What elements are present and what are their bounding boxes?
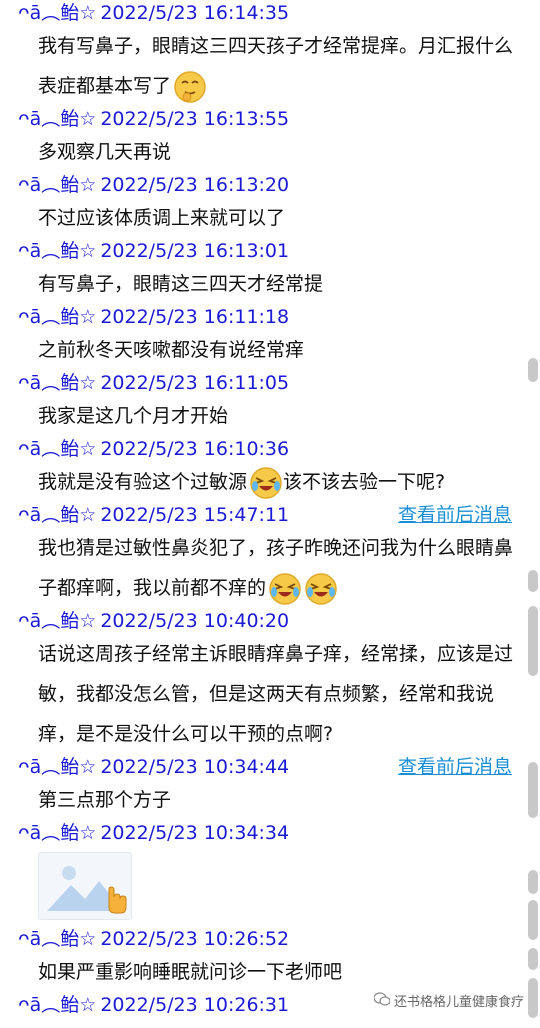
sender-name[interactable]: ᴖā︵鲐☆	[18, 240, 96, 262]
message-item: ᴖā︵鲐☆ 2022/5/23 16:13:01 有写鼻子，眼睛这三四天才经常提	[0, 238, 540, 304]
message-timestamp: 2022/5/23 10:40:20	[100, 610, 290, 632]
message-timestamp: 2022/5/23 15:47:11	[100, 504, 290, 526]
scrollbar-segment[interactable]	[528, 606, 538, 676]
message-body: 我就是没有验这个过敏源	[38, 471, 248, 493]
scrollbar-segment[interactable]	[528, 570, 538, 592]
message-item: ᴖā︵鲐☆ 2022/5/23 10:40:20 话说这周孩子经常主诉眼睛痒鼻子痒，…	[0, 608, 540, 754]
message-meta: ᴖā︵鲐☆ 2022/5/23 16:13:20	[18, 172, 526, 198]
scrollbar-segment[interactable]	[528, 762, 538, 818]
message-meta: ᴖā︵鲐☆ 2022/5/23 10:34:34	[18, 820, 526, 846]
message-item: ᴖā︵鲐☆ 2022/5/23 16:14:35 我有写鼻子，眼睛这三四天孩子才经常…	[0, 0, 540, 106]
message-body: 多观察几天再说	[38, 141, 172, 163]
message-timestamp: 2022/5/23 16:13:20	[100, 174, 290, 196]
message-text: 不过应该体质调上来就可以了	[18, 198, 526, 238]
sender-name[interactable]: ᴖā︵鲐☆	[18, 174, 96, 196]
message-item: ᴖā︵鲐☆ 2022/5/23 16:11:05 我家是这几个月才开始	[0, 370, 540, 436]
sender-name[interactable]: ᴖā︵鲐☆	[18, 610, 96, 632]
sender-name[interactable]: ᴖā︵鲐☆	[18, 108, 96, 130]
message-meta: ᴖā︵鲐☆ 2022/5/23 16:14:35	[18, 0, 526, 26]
view-context-link[interactable]: 查看前后消息	[398, 502, 512, 528]
message-timestamp: 2022/5/23 16:13:01	[100, 240, 290, 262]
message-body: 之前秋冬天咳嗽都没有说经常痒	[38, 339, 305, 361]
message-meta: ᴖā︵鲐☆ 2022/5/23 16:10:36	[18, 436, 526, 462]
scrollbar-segment[interactable]	[528, 358, 538, 382]
message-body-tail: 该不该去验一下呢?	[283, 471, 446, 493]
message-item: ᴖā︵鲐☆ 2022/5/23 10:34:34	[0, 820, 540, 920]
laughing-crying-face-icon	[249, 466, 283, 500]
message-timestamp: 2022/5/23 16:10:36	[100, 438, 290, 460]
message-item: ᴖā︵鲐☆ 2022/5/23 16:11:18 之前秋冬天咳嗽都没有说经常痒	[0, 304, 540, 370]
message-list: ᴖā︵鲐☆ 2022/5/23 16:14:35 我有写鼻子，眼睛这三四天孩子才经常…	[0, 0, 540, 1018]
message-timestamp: 2022/5/23 10:34:34	[100, 822, 290, 844]
message-item: ᴖā︵鲐☆ 2022/5/23 10:26:52 如果严重影响睡眠就问诊一下老师吧	[0, 926, 540, 992]
message-item: ᴖā︵鲐☆ 2022/5/23 16:13:20 不过应该体质调上来就可以了	[0, 172, 540, 238]
sender-name[interactable]: ᴖā︵鲐☆	[18, 822, 96, 844]
message-text: 我有写鼻子，眼睛这三四天孩子才经常提痒。月汇报什么表症都基本写了	[18, 26, 526, 106]
message-timestamp: 2022/5/23 10:34:44	[100, 756, 290, 778]
watermark-text: 还书格格儿童健康食疗	[393, 995, 524, 1010]
message-text: 之前秋冬天咳嗽都没有说经常痒	[18, 330, 526, 370]
image-placeholder-icon[interactable]	[38, 852, 132, 920]
message-timestamp: 2022/5/23 10:26:52	[100, 928, 290, 950]
wechat-icon	[373, 991, 391, 1010]
message-text: 我也猜是过敏性鼻炎犯了，孩子昨晚还问我为什么眼睛鼻子都痒啊，我以前都不痒的	[18, 528, 526, 608]
message-timestamp: 2022/5/23 16:11:18	[100, 306, 290, 328]
scrollbar-segment[interactable]	[528, 870, 538, 894]
message-body: 第三点那个方子	[38, 789, 172, 811]
message-meta: ᴖā︵鲐☆ 2022/5/23 16:13:55	[18, 106, 526, 132]
sender-name[interactable]: ᴖā︵鲐☆	[18, 438, 96, 460]
message-meta: ᴖā︵鲐☆ 2022/5/23 10:40:20	[18, 608, 526, 634]
message-text: 如果严重影响睡眠就问诊一下老师吧	[18, 952, 526, 992]
message-meta: ᴖā︵鲐☆ 2022/5/23 16:11:05	[18, 370, 526, 396]
message-body: 如果严重影响睡眠就问诊一下老师吧	[38, 961, 343, 983]
message-body: 不过应该体质调上来就可以了	[38, 207, 286, 229]
message-text: 多观察几天再说	[18, 132, 526, 172]
message-text: 有写鼻子，眼睛这三四天才经常提	[18, 264, 526, 304]
sender-name[interactable]: ᴖā︵鲐☆	[18, 994, 96, 1016]
message-item: ᴖā︵鲐☆ 2022/5/23 16:10:36 我就是没有验这个过敏源 该不该去验一…	[0, 436, 540, 502]
sender-name[interactable]: ᴖā︵鲐☆	[18, 372, 96, 394]
laughing-crying-face-icon	[304, 572, 338, 606]
chat-history-view: ᴖā︵鲐☆ 2022/5/23 16:14:35 我有写鼻子，眼睛这三四天孩子才经常…	[0, 0, 540, 1028]
message-text: 话说这周孩子经常主诉眼睛痒鼻子痒，经常揉，应该是过敏，我都没怎么管，但是这两天有…	[18, 634, 526, 754]
message-body: 我有写鼻子，眼睛这三四天孩子才经常提痒。月汇报什么表症都基本写了	[38, 35, 514, 97]
message-meta: ᴖā︵鲐☆ 2022/5/23 10:34:44 查看前后消息	[18, 754, 526, 780]
message-timestamp: 2022/5/23 10:26:31	[100, 994, 290, 1016]
message-meta: ᴖā︵鲐☆ 2022/5/23 16:13:01	[18, 238, 526, 264]
sender-name[interactable]: ᴖā︵鲐☆	[18, 306, 96, 328]
scrollbar-segment[interactable]	[528, 900, 538, 940]
message-meta: ᴖā︵鲐☆ 2022/5/23 16:11:18	[18, 304, 526, 330]
message-timestamp: 2022/5/23 16:11:05	[100, 372, 290, 394]
laughing-crying-face-icon	[268, 572, 302, 606]
scrollbar-segment[interactable]	[528, 978, 538, 1018]
message-body: 有写鼻子，眼睛这三四天才经常提	[38, 273, 324, 295]
view-context-link[interactable]: 查看前后消息	[398, 754, 512, 780]
message-body: 话说这周孩子经常主诉眼睛痒鼻子痒，经常揉，应该是过敏，我都没怎么管，但是这两天有…	[38, 643, 514, 745]
message-item: ᴖā︵鲐☆ 2022/5/23 10:34:44 查看前后消息第三点那个方子	[0, 754, 540, 820]
message-meta: ᴖā︵鲐☆ 2022/5/23 10:26:52	[18, 926, 526, 952]
sender-name[interactable]: ᴖā︵鲐☆	[18, 2, 96, 24]
message-timestamp: 2022/5/23 16:14:35	[100, 2, 290, 24]
message-body: 我家是这几个月才开始	[38, 405, 229, 427]
thinking-face-icon	[173, 70, 207, 104]
sender-name[interactable]: ᴖā︵鲐☆	[18, 504, 96, 526]
message-timestamp: 2022/5/23 16:13:55	[100, 108, 290, 130]
sender-name[interactable]: ᴖā︵鲐☆	[18, 756, 96, 778]
message-text: 我就是没有验这个过敏源 该不该去验一下呢?	[18, 462, 526, 502]
message-meta: ᴖā︵鲐☆ 2022/5/23 15:47:11 查看前后消息	[18, 502, 526, 528]
message-text: 我家是这几个月才开始	[18, 396, 526, 436]
sender-name[interactable]: ᴖā︵鲐☆	[18, 928, 96, 950]
message-item: ᴖā︵鲐☆ 2022/5/23 16:13:55 多观察几天再说	[0, 106, 540, 172]
message-item: ᴖā︵鲐☆ 2022/5/23 15:47:11 查看前后消息 我也猜是过敏性鼻炎犯了…	[0, 502, 540, 608]
scrollbar-segment[interactable]	[528, 948, 538, 970]
watermark: 还书格格儿童健康食疗	[373, 991, 524, 1010]
message-text: 第三点那个方子	[18, 780, 526, 820]
